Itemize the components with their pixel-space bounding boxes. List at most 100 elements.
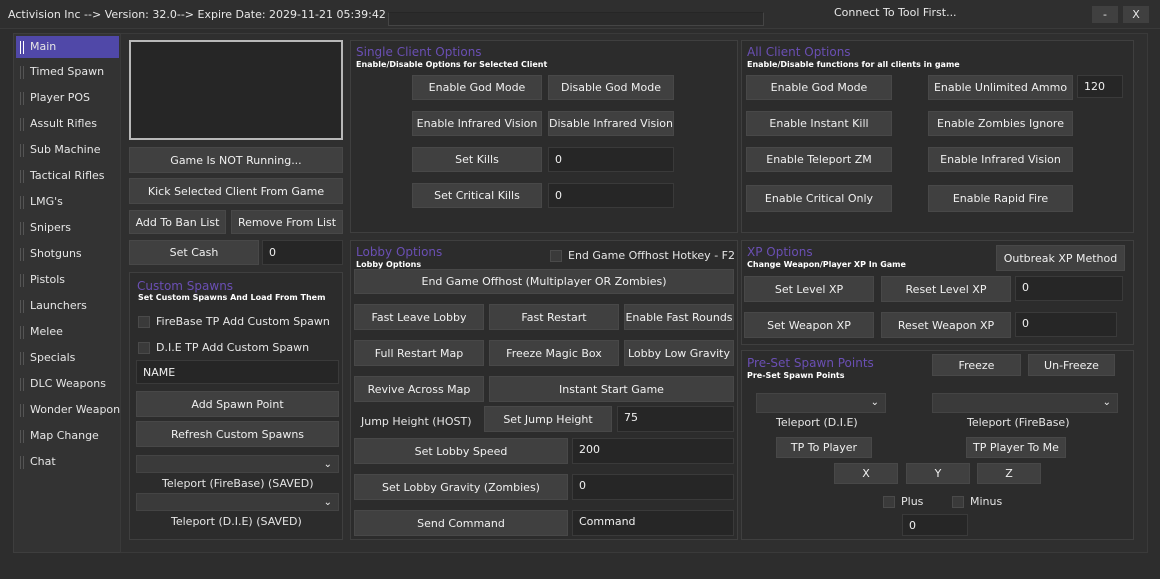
x-axis-button[interactable]: X	[834, 463, 898, 484]
sidebar-item-timed-spawn[interactable]: Timed Spawn	[16, 61, 119, 83]
reset-level-xp-button[interactable]: Reset Level XP	[881, 276, 1011, 302]
minus-checkbox[interactable]	[952, 496, 964, 508]
fast-restart-button[interactable]: Fast Restart	[489, 304, 619, 330]
lobby-title: Lobby Options	[356, 245, 443, 259]
spawn-name-input[interactable]: NAME	[136, 360, 339, 384]
freeze-magic-box-button[interactable]: Freeze Magic Box	[489, 340, 619, 366]
end-game-offhost-button[interactable]: End Game Offhost (Multiplayer OR Zombies…	[354, 269, 734, 294]
set-cash-button[interactable]: Set Cash	[129, 240, 259, 265]
single-enable-god-mode-button[interactable]: Enable God Mode	[412, 75, 542, 100]
add-ban-button[interactable]: Add To Ban List	[129, 210, 226, 234]
reset-weapon-xp-button[interactable]: Reset Weapon XP	[881, 312, 1011, 338]
firebase-spawn-dropdown[interactable]: ⌄	[932, 393, 1118, 413]
firebase-tp-checkbox[interactable]	[138, 316, 150, 328]
set-jump-height-button[interactable]: Set Jump Height	[484, 406, 612, 432]
ammo-input[interactable]: 120	[1077, 75, 1123, 98]
set-lobby-gravity-button[interactable]: Set Lobby Gravity (Zombies)	[354, 474, 568, 500]
plus-label: Plus	[901, 495, 924, 508]
die-tp-checkbox[interactable]	[138, 342, 150, 354]
enable-teleport-zm-button[interactable]: Enable Teleport ZM	[746, 147, 892, 172]
close-button[interactable]: X	[1123, 6, 1149, 23]
sidebar-item-lmgs[interactable]: LMG's	[16, 191, 119, 213]
client-list-box[interactable]	[129, 40, 343, 140]
revive-across-map-button[interactable]: Revive Across Map	[354, 376, 484, 402]
enable-critical-only-button[interactable]: Enable Critical Only	[746, 185, 892, 212]
kills-input[interactable]: 0	[548, 147, 674, 172]
minimize-button[interactable]: -	[1092, 6, 1118, 23]
send-command-button[interactable]: Send Command	[354, 510, 568, 536]
minus-label: Minus	[970, 495, 1003, 508]
command-input[interactable]: Command	[572, 510, 734, 536]
teleport-die-saved-label: Teleport (D.I.E) (SAVED)	[171, 515, 302, 528]
all-client-subtitle: Enable/Disable functions for all clients…	[747, 60, 960, 69]
sidebar-item-wonder-weapons[interactable]: Wonder Weapons	[16, 399, 126, 421]
sidebar-item-specials[interactable]: Specials	[16, 347, 119, 369]
fast-leave-lobby-button[interactable]: Fast Leave Lobby	[354, 304, 484, 330]
die-spawn-dropdown[interactable]: ⌄	[756, 393, 886, 413]
sidebar-item-melee[interactable]: Melee	[16, 321, 119, 343]
refresh-custom-spawns-button[interactable]: Refresh Custom Spawns	[136, 421, 339, 447]
single-disable-infrared-button[interactable]: Disable Infrared Vision	[548, 111, 674, 136]
sidebar-item-launchers[interactable]: Launchers	[16, 295, 119, 317]
sidebar-item-map-change[interactable]: Map Change	[16, 425, 119, 447]
sidebar-item-chat[interactable]: Chat	[16, 451, 119, 473]
sidebar-item-sub-machine[interactable]: Sub Machine	[16, 139, 119, 161]
freeze-button[interactable]: Freeze	[932, 354, 1021, 376]
grip-icon	[20, 41, 24, 54]
grip-icon	[20, 66, 24, 79]
tp-to-player-button[interactable]: TP To Player	[776, 437, 872, 458]
lobby-gravity-input[interactable]: 0	[572, 474, 734, 500]
y-axis-button[interactable]: Y	[906, 463, 970, 484]
kick-client-button[interactable]: Kick Selected Client From Game	[129, 178, 343, 204]
single-client-title: Single Client Options	[356, 45, 482, 59]
sidebar-item-snipers[interactable]: Snipers	[16, 217, 119, 239]
set-level-xp-button[interactable]: Set Level XP	[744, 276, 874, 302]
instant-start-game-button[interactable]: Instant Start Game	[489, 376, 734, 402]
sidebar-item-tactical-rifles[interactable]: Tactical Rifles	[16, 165, 119, 187]
preset-spawns-subtitle: Pre-Set Spawn Points	[747, 371, 845, 380]
sidebar-item-dlc-weapons[interactable]: DLC Weapons	[16, 373, 119, 395]
game-status-button[interactable]: Game Is NOT Running...	[129, 147, 343, 173]
plus-checkbox[interactable]	[883, 496, 895, 508]
window-title: Activision Inc --> Version: 32.0--> Expi…	[8, 8, 386, 21]
z-axis-button[interactable]: Z	[977, 463, 1041, 484]
all-enable-infrared-button[interactable]: Enable Infrared Vision	[928, 147, 1073, 172]
custom-spawns-subtitle: Set Custom Spawns And Load From Them	[138, 293, 326, 302]
enable-rapid-fire-button[interactable]: Enable Rapid Fire	[928, 185, 1073, 212]
lobby-low-gravity-button[interactable]: Lobby Low Gravity	[624, 340, 734, 366]
level-xp-input[interactable]: 0	[1015, 276, 1123, 301]
cash-input[interactable]: 0	[262, 240, 343, 265]
set-lobby-speed-button[interactable]: Set Lobby Speed	[354, 438, 568, 464]
critical-kills-input[interactable]: 0	[548, 183, 674, 208]
set-kills-button[interactable]: Set Kills	[412, 147, 542, 172]
sidebar-item-shotguns[interactable]: Shotguns	[16, 243, 119, 265]
sidebar-item-main[interactable]: Main	[16, 36, 119, 58]
weapon-xp-input[interactable]: 0	[1015, 312, 1117, 337]
set-weapon-xp-button[interactable]: Set Weapon XP	[744, 312, 874, 338]
add-spawn-point-button[interactable]: Add Spawn Point	[136, 391, 339, 417]
outbreak-xp-method-button[interactable]: Outbreak XP Method	[996, 245, 1125, 271]
sidebar-item-pistols[interactable]: Pistols	[16, 269, 119, 291]
sidebar-item-assult-rifles[interactable]: Assult Rifles	[16, 113, 119, 135]
grip-icon	[20, 222, 24, 235]
full-restart-map-button[interactable]: Full Restart Map	[354, 340, 484, 366]
enable-instant-kill-button[interactable]: Enable Instant Kill	[746, 111, 892, 136]
unfreeze-button[interactable]: Un-Freeze	[1028, 354, 1115, 376]
enable-unlimited-ammo-button[interactable]: Enable Unlimited Ammo	[928, 75, 1073, 100]
all-enable-god-mode-button[interactable]: Enable God Mode	[746, 75, 892, 100]
remove-list-button[interactable]: Remove From List	[231, 210, 343, 234]
single-disable-god-mode-button[interactable]: Disable God Mode	[548, 75, 674, 100]
lobby-speed-input[interactable]: 200	[572, 438, 734, 464]
die-saved-dropdown[interactable]: ⌄	[136, 493, 339, 511]
step-value-input[interactable]: 0	[902, 514, 968, 536]
enable-zombies-ignore-button[interactable]: Enable Zombies Ignore	[928, 111, 1073, 136]
end-game-hotkey-checkbox[interactable]	[550, 250, 562, 262]
enable-fast-rounds-button[interactable]: Enable Fast Rounds	[624, 304, 734, 330]
set-critical-kills-button[interactable]: Set Critical Kills	[412, 183, 542, 208]
jump-height-input[interactable]: 75	[617, 406, 734, 432]
title-bar: Activision Inc --> Version: 32.0--> Expi…	[0, 0, 1160, 29]
single-enable-infrared-button[interactable]: Enable Infrared Vision	[412, 111, 542, 136]
firebase-saved-dropdown[interactable]: ⌄	[136, 455, 339, 473]
sidebar-item-player-pos[interactable]: Player POS	[16, 87, 119, 109]
tp-player-to-me-button[interactable]: TP Player To Me	[966, 437, 1066, 458]
